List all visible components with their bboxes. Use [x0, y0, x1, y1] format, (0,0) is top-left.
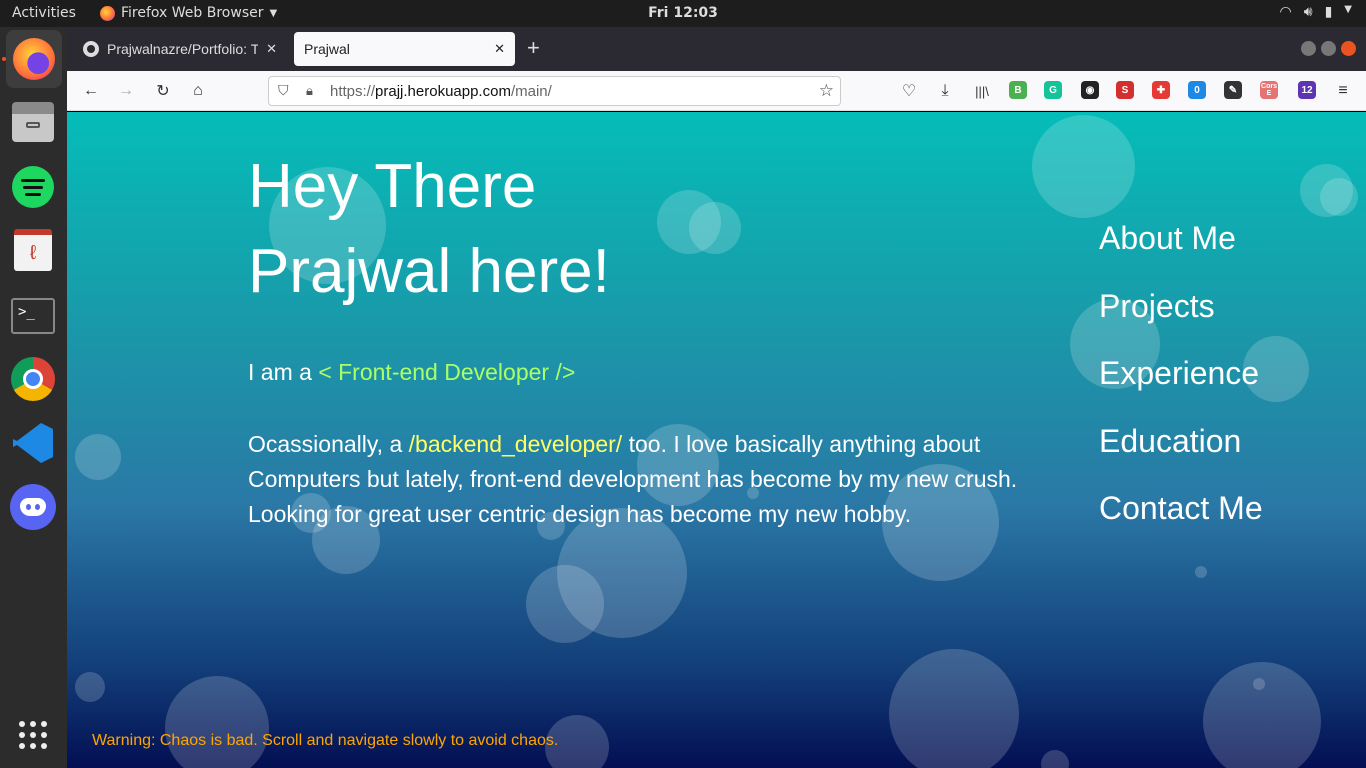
nav-about-me[interactable]: About Me [1099, 220, 1263, 288]
bubble [1253, 678, 1265, 690]
system-tray[interactable]: ◠ 🔊︎ ▮ ▼ [1280, 4, 1352, 20]
reload-icon[interactable]: ↻ [151, 79, 175, 103]
terminal-icon[interactable]: >_ [10, 293, 56, 339]
close-icon[interactable]: ✕ [266, 41, 277, 57]
close-window-button[interactable] [1341, 41, 1356, 56]
bio-paragraph: Ocassionally, a /backend_developer/ too.… [248, 427, 1038, 532]
tab-prajwal[interactable]: Prajwal ✕ [294, 32, 515, 66]
bio-part-1: Ocassionally, a [248, 431, 409, 457]
nav-education[interactable]: Education [1099, 423, 1263, 491]
spotify-icon[interactable] [10, 164, 56, 210]
hero-heading: Hey There Prajwal here! [248, 144, 610, 314]
b-ext-icon[interactable]: B [1009, 81, 1027, 99]
tab-title: Prajwal [304, 41, 350, 57]
intro-prefix: I am a [248, 359, 319, 385]
badge-ext-icon[interactable]: 0 [1188, 81, 1206, 99]
chaos-warning: Warning: Chaos is bad. Scroll and naviga… [92, 732, 559, 749]
maximize-button[interactable] [1321, 41, 1336, 56]
url-bar[interactable]: ⛉ 🔒︎ https://prajj.herokuapp.com/main/ ☆ [268, 76, 841, 106]
hero-line-1: Hey There [248, 152, 537, 221]
dock: ℓ >_ [0, 27, 67, 768]
site-nav-menu: About Me Projects Experience Education C… [1099, 220, 1263, 558]
minimize-button[interactable] [1301, 41, 1316, 56]
nav-projects[interactable]: Projects [1099, 288, 1263, 356]
library-icon[interactable]: |||\ [970, 79, 994, 103]
role-highlight: < Front-end Developer /> [318, 359, 576, 385]
webpage: Hey There Prajwal here! I am a < Front-e… [67, 112, 1366, 768]
firefox-icon[interactable] [6, 30, 62, 88]
github-icon [83, 41, 99, 57]
back-icon[interactable]: ← [79, 79, 103, 103]
new-tab-button[interactable]: + [527, 37, 540, 59]
bubble [75, 434, 121, 480]
tab-bar: Prajwalnazre/Portfolio: T ✕ Prajwal ✕ + [67, 27, 1366, 71]
url-text: https://prajj.herokuapp.com/main/ [330, 83, 552, 100]
nav-experience[interactable]: Experience [1099, 355, 1263, 423]
forward-icon[interactable]: → [114, 79, 138, 103]
download-icon[interactable]: ⤓ [933, 79, 957, 103]
bubble [165, 676, 269, 768]
chrome-icon[interactable] [10, 356, 56, 402]
files-icon[interactable] [10, 99, 56, 145]
bubble [689, 202, 741, 254]
bubble [889, 649, 1019, 768]
vscode-icon[interactable] [10, 420, 56, 466]
nav-contact-me[interactable]: Contact Me [1099, 490, 1263, 558]
s-ext-icon[interactable]: S [1116, 81, 1134, 99]
bubble [75, 672, 105, 702]
close-icon[interactable]: ✕ [494, 41, 505, 57]
firefox-window: Prajwalnazre/Portfolio: T ✕ Prajwal ✕ + … [67, 27, 1366, 768]
window-controls [1301, 41, 1356, 56]
hamburger-menu-icon[interactable]: ≡ [1331, 79, 1355, 103]
evernote-icon[interactable]: ✎ [1224, 81, 1242, 99]
tab-github[interactable]: Prajwalnazre/Portfolio: T ✕ [73, 32, 287, 66]
bubble [526, 565, 604, 643]
lock-icon[interactable]: 🔒︎ [306, 83, 313, 99]
bubble [1032, 115, 1135, 218]
bubble [1041, 750, 1069, 768]
discord-icon[interactable] [10, 484, 56, 530]
system-top-bar: Activities Firefox Web Browser ▼ Fri 12:… [0, 0, 1366, 27]
bubble [1320, 178, 1358, 216]
bubble [1195, 566, 1207, 578]
bookmark-star-icon[interactable]: ☆ [819, 81, 834, 101]
tab-title: Prajwalnazre/Portfolio: T [107, 41, 259, 57]
volume-icon: 🔊︎ [1303, 4, 1313, 20]
cors-ext-icon[interactable]: Cors E [1260, 81, 1278, 99]
backend-highlight: /backend_developer/ [408, 431, 623, 457]
cross-ext-icon[interactable]: ✚ [1152, 81, 1170, 99]
grammarly-icon[interactable]: G [1044, 81, 1062, 99]
intro-text: I am a < Front-end Developer /> [248, 359, 575, 386]
chevron-down-icon: ▼ [1344, 4, 1352, 15]
diamond-ext-icon[interactable]: 12 [1298, 81, 1316, 99]
home-icon[interactable]: ⌂ [186, 79, 210, 103]
shield-icon[interactable]: ⛉ [278, 82, 289, 99]
clock[interactable]: Fri 12:03 [0, 5, 1366, 21]
pocket-icon[interactable]: ♡ [897, 79, 921, 103]
app-grid-icon[interactable] [10, 712, 56, 758]
document-viewer-icon[interactable]: ℓ [10, 227, 56, 273]
colorzilla-icon[interactable]: ◉ [1081, 81, 1099, 99]
hero-line-2: Prajwal here! [248, 237, 610, 306]
wifi-icon: ◠ [1279, 4, 1292, 20]
navigation-toolbar: ← → ↻ ⌂ ⛉ 🔒︎ https://prajj.herokuapp.com… [67, 71, 1366, 111]
battery-icon: ▮ [1324, 4, 1333, 20]
